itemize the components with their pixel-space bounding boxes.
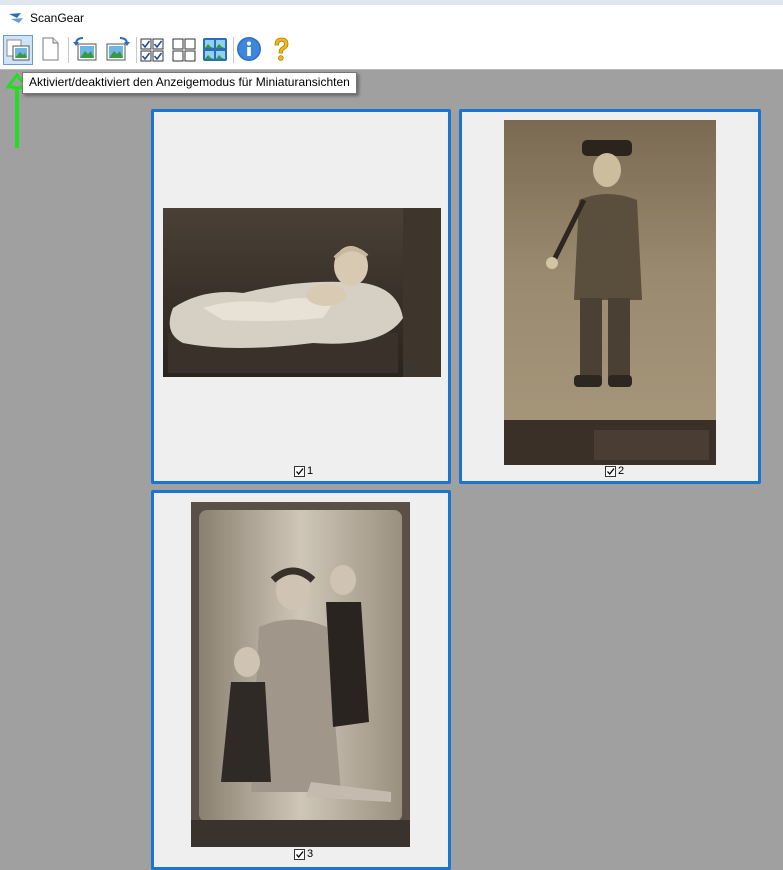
thumbnail-checkbox-2[interactable]	[605, 465, 616, 477]
window-title: ScanGear	[30, 11, 85, 25]
thumbnail-caption-2: 2	[605, 465, 624, 477]
thumbnail-card-2[interactable]: 2	[459, 109, 761, 484]
checkmark-icon	[296, 467, 304, 475]
thumbnail-caption-3: 3	[294, 848, 313, 860]
thumbnail-label-3: 3	[307, 848, 314, 860]
family-portrait-photo	[191, 502, 410, 847]
thumbnail-view-icon	[6, 39, 30, 61]
checkbox-none-icon	[172, 38, 196, 62]
info-icon	[237, 37, 261, 61]
thumbnail-card-1[interactable]: 1	[151, 109, 451, 484]
thumbnail-label-2: 2	[618, 465, 625, 477]
toolbar-separator	[233, 37, 234, 63]
toolbar	[0, 31, 783, 70]
checkmark-icon	[296, 850, 304, 858]
toolbar-separator	[68, 37, 69, 63]
select-all-button[interactable]	[138, 35, 168, 65]
thumbnail-caption-1: 1	[294, 465, 313, 477]
baby-on-fur-photo	[163, 208, 441, 377]
boy-in-uniform-photo	[504, 120, 716, 465]
thumbnail-view-toggle-button[interactable]	[3, 35, 33, 65]
thumbnail-checkbox-1[interactable]	[294, 465, 305, 477]
page-icon	[42, 37, 59, 61]
rotate-left-icon	[73, 37, 97, 61]
thumbnail-label-1: 1	[307, 465, 314, 477]
info-button[interactable]	[235, 35, 265, 65]
multi-image-icon	[203, 38, 227, 61]
checkmark-icon	[607, 467, 615, 475]
help-button[interactable]	[267, 35, 297, 65]
multi-view-button[interactable]	[201, 35, 231, 65]
tooltip: Aktiviert/deaktiviert den Anzeigemodus f…	[22, 72, 357, 94]
toolbar-separator	[136, 37, 137, 63]
thumbnail-card-3[interactable]: 3	[151, 490, 451, 870]
rotate-left-button[interactable]	[71, 35, 101, 65]
scangear-app-icon	[9, 13, 23, 23]
title-bar: ScanGear	[0, 5, 783, 31]
checkbox-all-icon	[140, 38, 164, 62]
new-page-button[interactable]	[36, 35, 66, 65]
rotate-right-icon	[106, 37, 130, 61]
deselect-all-button[interactable]	[170, 35, 200, 65]
rotate-right-button[interactable]	[104, 35, 134, 65]
help-icon	[274, 37, 289, 61]
